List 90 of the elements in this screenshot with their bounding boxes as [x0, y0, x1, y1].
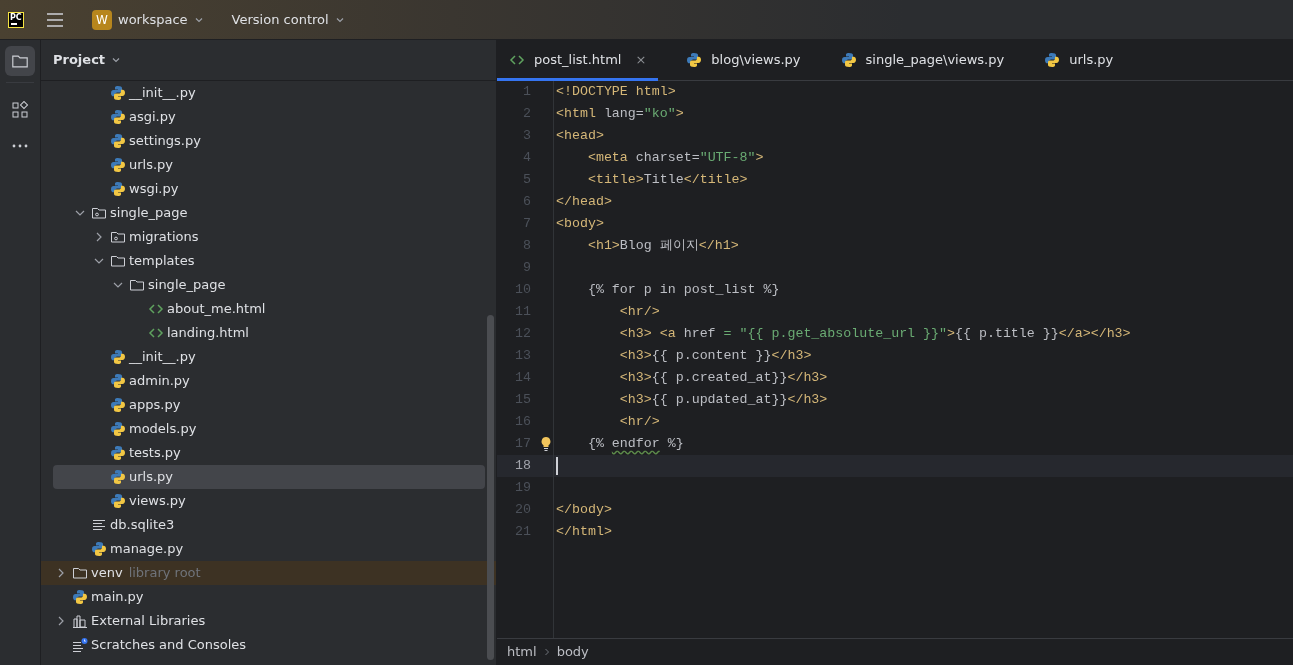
tree-item[interactable]: apps.py — [53, 393, 485, 417]
python-file-icon — [110, 445, 126, 461]
folder-icon — [110, 253, 126, 269]
python-file-icon — [840, 52, 857, 68]
app-logo: PC — [8, 11, 24, 28]
library-bars-icon — [72, 613, 88, 629]
scrollbar-thumb[interactable] — [487, 315, 494, 660]
python-file-icon — [110, 373, 126, 389]
tree-item[interactable]: admin.py — [53, 369, 485, 393]
tree-item[interactable]: main.py — [53, 585, 485, 609]
editor-tab[interactable]: single_page\views.py — [828, 40, 1017, 81]
package-folder-icon — [110, 229, 126, 245]
tree-item[interactable]: templates — [53, 249, 485, 273]
python-file-icon — [110, 181, 126, 197]
close-icon[interactable]: × — [635, 50, 647, 70]
text-caret — [556, 457, 558, 475]
folder-button[interactable] — [5, 46, 35, 76]
tree-item[interactable]: External Libraries — [53, 609, 485, 633]
code-line: <body> — [556, 215, 604, 234]
code-line: </body> — [556, 501, 612, 520]
line-number: 18 — [514, 457, 531, 476]
tree-item[interactable]: models.py — [53, 417, 485, 441]
chevron-down-icon — [111, 55, 122, 65]
python-file-icon — [1044, 52, 1061, 68]
python-file-icon — [110, 469, 126, 485]
code-line: <hr/> — [618, 413, 660, 432]
tree-item[interactable]: urls.py — [53, 465, 485, 489]
code-line: <head> — [556, 127, 604, 146]
python-file-icon — [110, 157, 126, 173]
breadcrumb[interactable]: html — [507, 642, 537, 662]
project-badge: W — [92, 9, 112, 30]
code-line: <h1>Blog 페이지</h1> — [586, 237, 739, 256]
tree-item[interactable]: about_me.html — [53, 297, 485, 321]
tree-item[interactable]: asgi.py — [53, 105, 485, 129]
python-file-icon — [110, 397, 126, 413]
code-line: {% endfor %} — [586, 435, 684, 454]
code-line: <html lang="ko"> — [556, 105, 684, 124]
code-line: <h3> <a href = "{{ p.get_absolute_url }}">{{ p.title }}</a></h3> — [618, 325, 1131, 344]
code-line: </html> — [556, 523, 612, 542]
editor-tab[interactable]: post_list.html × — [497, 40, 659, 81]
python-file-icon — [110, 349, 126, 365]
code-line: <!DOCTYPE html> — [556, 83, 676, 102]
tree-item[interactable]: Scratches and Consoles — [53, 633, 485, 657]
more-icon — [12, 144, 28, 148]
python-file-icon — [110, 421, 126, 437]
tree-item[interactable]: landing.html — [53, 321, 485, 345]
python-file-icon — [686, 52, 703, 68]
code-line: <h3>{{ p.updated_at}}</h3> — [618, 391, 828, 410]
chevron-right-icon — [542, 647, 551, 657]
code-line: <h3>{{ p.content }}</h3> — [618, 347, 812, 366]
python-file-icon — [110, 109, 126, 125]
python-file-icon — [110, 493, 126, 509]
tree-item[interactable]: single_page — [53, 273, 485, 297]
tree-item[interactable]: views.py — [53, 489, 485, 513]
folder-icon — [129, 277, 145, 293]
editor-tab[interactable]: urls.py — [1032, 40, 1126, 81]
tree-item[interactable]: wsgi.py — [53, 177, 485, 201]
tree-item[interactable]: venv library root — [41, 561, 496, 585]
folder-icon — [72, 565, 88, 581]
tree-item[interactable]: single_page — [53, 201, 485, 225]
tree-item[interactable]: settings.py — [53, 129, 485, 153]
code-line: </head> — [556, 193, 612, 212]
vcs-menu[interactable]: Version control — [225, 5, 351, 34]
tree-item[interactable]: urls.py — [53, 153, 485, 177]
structure-icon — [11, 101, 29, 119]
breadcrumb[interactable]: body — [556, 642, 589, 662]
package-folder-icon — [91, 205, 107, 221]
tree-item[interactable]: __init__.py — [53, 81, 485, 105]
panel-title-dropdown[interactable]: Project — [53, 46, 122, 74]
lightbulb-icon[interactable] — [540, 436, 552, 452]
editor-tab[interactable]: blog\views.py — [674, 40, 813, 81]
tree-item[interactable]: migrations — [53, 225, 485, 249]
tree-item[interactable]: db.sqlite3 — [53, 513, 485, 537]
tree-item[interactable]: __init__.py — [53, 345, 485, 369]
python-file-icon — [91, 541, 107, 557]
code-line: {% for p in post_list %} — [586, 281, 780, 300]
code-line: <meta charset="UTF-8"> — [586, 149, 764, 168]
text-lines-icon — [91, 517, 107, 533]
python-file-icon — [110, 85, 126, 101]
code-line: <hr/> — [618, 303, 660, 322]
menu-icon — [46, 12, 64, 27]
code-line: <h3>{{ p.created_at}}</h3> — [618, 369, 828, 388]
python-file-icon — [110, 133, 126, 149]
scratches-icon — [72, 637, 88, 653]
code-line: <title>Title</title> — [586, 171, 748, 190]
project-selector[interactable]: W workspace — [86, 5, 210, 34]
hint-text: library root — [128, 564, 201, 583]
tree-item[interactable]: tests.py — [53, 441, 485, 465]
python-file-icon — [72, 589, 88, 605]
tree-item[interactable]: manage.py — [53, 537, 485, 561]
